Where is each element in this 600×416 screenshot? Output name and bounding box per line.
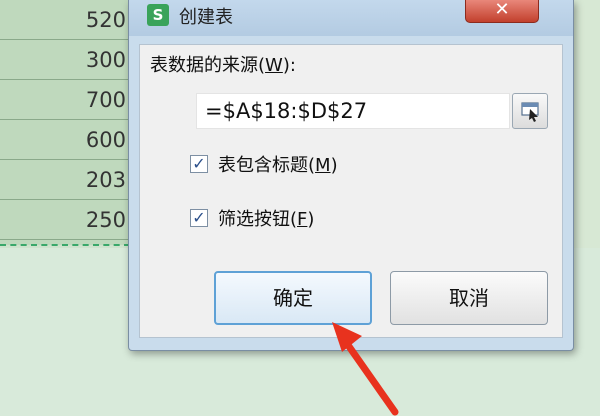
filter-button-label: 筛选按钮(F)	[218, 205, 314, 231]
cell-value[interactable]: 700	[0, 80, 130, 120]
dialog-content: 表数据的来源(W): =$A$18:$D$27 ✓ 表包含标题(M) ✓ 筛选按…	[139, 44, 563, 338]
filter-button-checkbox[interactable]: ✓	[190, 209, 208, 227]
has-header-label-text: 表包含标题(	[218, 155, 316, 176]
filter-button-label-text: 筛选按钮(	[218, 209, 298, 230]
cell-value[interactable]: 600	[0, 120, 130, 160]
range-select-button[interactable]	[512, 93, 548, 129]
wps-spreadsheet-icon: S	[147, 4, 169, 26]
range-input[interactable]: =$A$18:$D$27	[196, 93, 510, 129]
check-icon: ✓	[192, 154, 206, 173]
ok-button[interactable]: 确定	[214, 271, 372, 325]
column-cells: 520 300 700 600 203 250	[0, 0, 130, 245]
cell-value[interactable]: 520	[0, 0, 130, 40]
close-icon: ✕	[494, 0, 510, 20]
range-select-icon	[521, 102, 539, 122]
dialog-title: 创建表	[179, 7, 233, 28]
create-table-dialog: S 创建表 ✕ 表数据的来源(W): =$A$18:$D$27 ✓ 表包含标题(…	[128, 0, 574, 351]
cell-value[interactable]: 300	[0, 40, 130, 80]
filter-button-label-suffix: )	[307, 209, 315, 230]
source-label-text: 表数据的来源(	[150, 55, 266, 76]
cell-value[interactable]: 250	[0, 200, 130, 240]
close-button[interactable]: ✕	[465, 0, 539, 23]
check-icon: ✓	[192, 208, 206, 227]
has-header-checkbox[interactable]: ✓	[190, 155, 208, 173]
dialog-titlebar[interactable]: S 创建表 ✕	[129, 0, 573, 36]
source-label-suffix: ):	[282, 55, 296, 76]
has-header-label-suffix: )	[330, 155, 338, 176]
cell-value[interactable]: 203	[0, 160, 130, 200]
cancel-button[interactable]: 取消	[390, 271, 548, 325]
source-label: 表数据的来源(W):	[150, 51, 296, 77]
source-label-accesskey: W	[265, 55, 283, 76]
has-header-accesskey: M	[315, 155, 331, 176]
has-header-label: 表包含标题(M)	[218, 151, 338, 177]
selection-marquee	[0, 244, 130, 246]
filter-button-accesskey: F	[297, 209, 308, 230]
